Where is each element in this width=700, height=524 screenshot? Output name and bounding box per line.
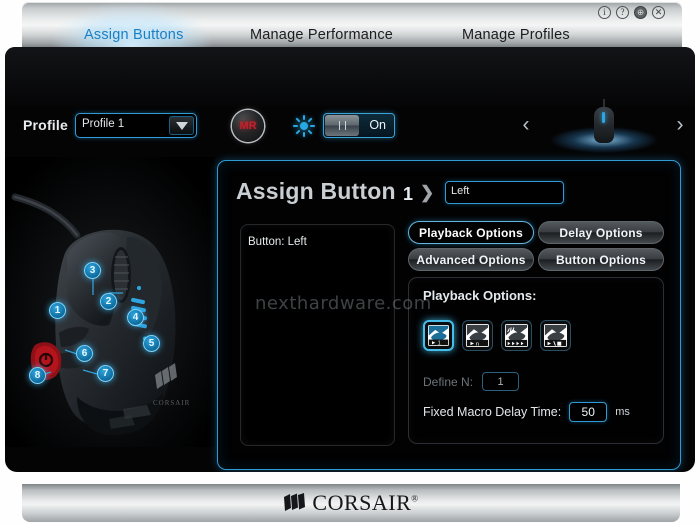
profile-select-value: Profile 1: [82, 118, 125, 130]
profile-label: Profile: [23, 117, 68, 133]
fixed-macro-delay-label: Fixed Macro Delay Time:: [423, 405, 562, 419]
corsair-gaming-app-window: Assign Buttons Manage Performance Manage…: [0, 0, 700, 524]
define-n-input[interactable]: 1: [482, 372, 520, 391]
tab-manage-profiles[interactable]: Manage Profiles: [462, 27, 570, 43]
list-item-label: Button: Left: [248, 235, 307, 248]
list-item[interactable]: Button: Left: [241, 233, 394, 250]
next-device-button[interactable]: ›: [671, 111, 689, 139]
registered-mark: ®: [411, 493, 419, 504]
close-icon[interactable]: ✕: [652, 6, 665, 19]
macro-record-button[interactable]: MR: [232, 110, 264, 142]
corsair-wordmark: CORSAIR®: [312, 490, 418, 516]
macro-record-label: MR: [239, 120, 257, 132]
brightness-icon: [293, 115, 315, 137]
chevron-down-icon[interactable]: [169, 116, 194, 135]
lighting-toggle[interactable]: On: [323, 113, 395, 138]
mouse-callout-8[interactable]: 8: [29, 367, 46, 384]
mouse-callout-5[interactable]: 5: [143, 335, 160, 352]
define-n-value: 1: [497, 375, 504, 388]
button-name-input[interactable]: Left: [445, 181, 564, 204]
playback-options-title: Playback Options:: [423, 288, 537, 303]
fixed-macro-delay-value: 50: [581, 405, 595, 419]
play-repeat-icon[interactable]: [501, 320, 532, 351]
tab-list: Assign Buttons Manage Performance Manage…: [22, 2, 682, 47]
playback-options-panel: Playback Options: 1 n Define N: 1 Fixed …: [408, 277, 664, 444]
tab-assign-buttons[interactable]: Assign Buttons: [84, 27, 184, 43]
device-thumbnail[interactable]: [551, 99, 657, 153]
prev-device-button[interactable]: ‹: [517, 111, 535, 139]
mouse-callout-2[interactable]: 2: [100, 293, 117, 310]
svg-text:n: n: [476, 341, 479, 347]
app-body: Profile Profile 1 MR On ‹ › CORSAIR 1 2 …: [5, 47, 695, 472]
tab-button-options[interactable]: Button Options: [538, 248, 664, 271]
mouse-diagram: CORSAIR 1 2 3 4 5 6 7 8: [5, 157, 215, 447]
play-toggle-icon[interactable]: [540, 320, 571, 351]
fixed-macro-delay-row: Fixed Macro Delay Time: 50 ms: [423, 402, 630, 422]
corsair-wordmark-text: CORSAIR: [312, 490, 412, 515]
mouse-callout-6[interactable]: 6: [76, 345, 93, 362]
define-n-row: Define N: 1: [423, 372, 520, 391]
title-tab-bar: Assign Buttons Manage Performance Manage…: [22, 2, 682, 47]
window-controls: i ? ⊕ ✕: [598, 6, 665, 19]
assign-button-panel: Assign Button 1 ❯ Left Button: Left Play…: [217, 160, 681, 470]
assignment-list[interactable]: Button: Left: [240, 224, 395, 446]
svg-text:CORSAIR: CORSAIR: [153, 399, 190, 407]
delay-unit-label: ms: [615, 406, 630, 418]
help-icon[interactable]: ?: [616, 6, 629, 19]
corsair-sails-logo-icon: [283, 493, 307, 513]
tab-playback-options[interactable]: Playback Options: [408, 221, 534, 244]
web-icon[interactable]: ⊕: [634, 6, 647, 19]
button-name-value: Left: [451, 185, 470, 197]
mouse-callout-1[interactable]: 1: [49, 302, 66, 319]
lighting-toggle-label: On: [369, 118, 386, 132]
button-number: 1: [403, 184, 414, 204]
define-n-label: Define N:: [423, 374, 474, 389]
brand-footer: CORSAIR®: [22, 484, 680, 522]
play-once-icon[interactable]: 1: [423, 320, 454, 351]
info-icon[interactable]: i: [598, 6, 611, 19]
mouse-callout-7[interactable]: 7: [97, 365, 114, 382]
chevron-right-icon: ❯: [420, 183, 435, 202]
play-n-times-icon[interactable]: n: [462, 320, 493, 351]
fixed-macro-delay-input[interactable]: 50: [569, 402, 608, 422]
tab-advanced-options[interactable]: Advanced Options: [408, 248, 534, 271]
mouse-callout-4[interactable]: 4: [127, 309, 144, 326]
tab-delay-options[interactable]: Delay Options: [538, 221, 664, 244]
svg-text:1: 1: [438, 341, 441, 346]
tab-manage-performance[interactable]: Manage Performance: [250, 27, 393, 43]
toggle-knob[interactable]: [325, 115, 359, 136]
playback-mode-group: 1 n: [423, 320, 571, 351]
mouse-callout-3[interactable]: 3: [84, 262, 101, 279]
profile-select[interactable]: Profile 1: [75, 113, 197, 138]
page-title: Assign Button: [236, 178, 396, 204]
